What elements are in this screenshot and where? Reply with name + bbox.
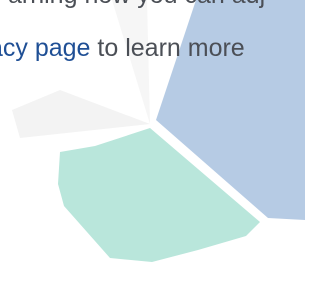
pie-slice-faint-left (12, 90, 150, 138)
privacy-page-link[interactable]: acy page (0, 34, 90, 62)
pie-slice-faint-upper (112, 0, 150, 124)
